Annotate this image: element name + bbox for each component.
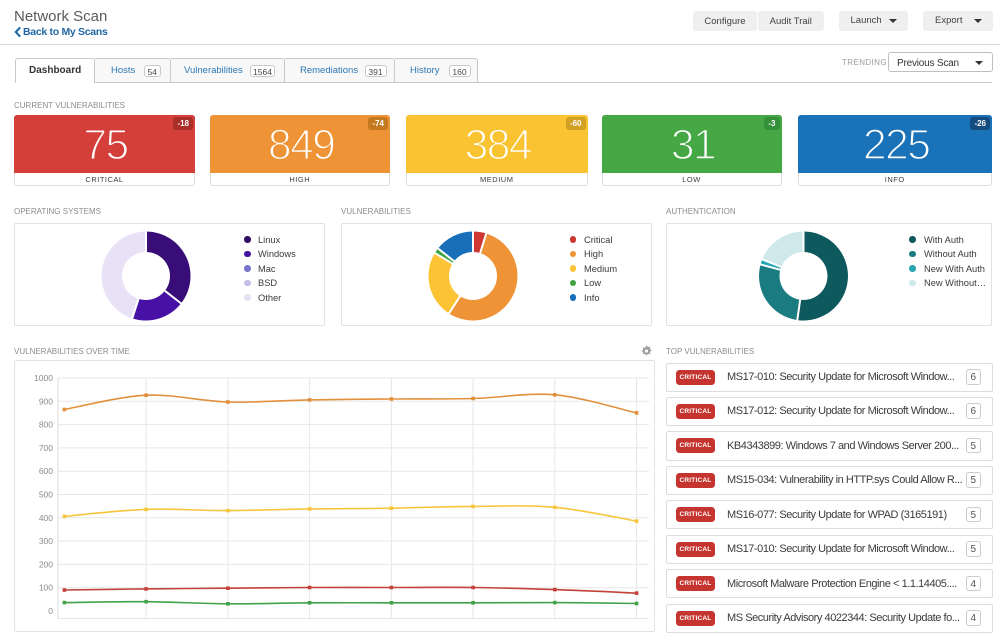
svg-text:0: 0	[48, 606, 53, 616]
svg-text:849: 849	[267, 122, 333, 169]
svg-text:700: 700	[39, 443, 53, 453]
svg-text:100: 100	[39, 583, 53, 593]
svg-text:500: 500	[39, 490, 53, 500]
svg-text:600: 600	[39, 466, 53, 476]
svg-text:384: 384	[465, 122, 532, 169]
svg-text:900: 900	[39, 396, 53, 406]
svg-text:800: 800	[39, 420, 53, 430]
svg-text:300: 300	[39, 536, 53, 546]
svg-text:75: 75	[83, 122, 127, 169]
svg-text:31: 31	[670, 122, 714, 169]
svg-text:200: 200	[39, 559, 53, 569]
svg-text:225: 225	[862, 122, 928, 169]
svg-text:400: 400	[39, 513, 53, 523]
svg-text:1000: 1000	[34, 373, 53, 383]
